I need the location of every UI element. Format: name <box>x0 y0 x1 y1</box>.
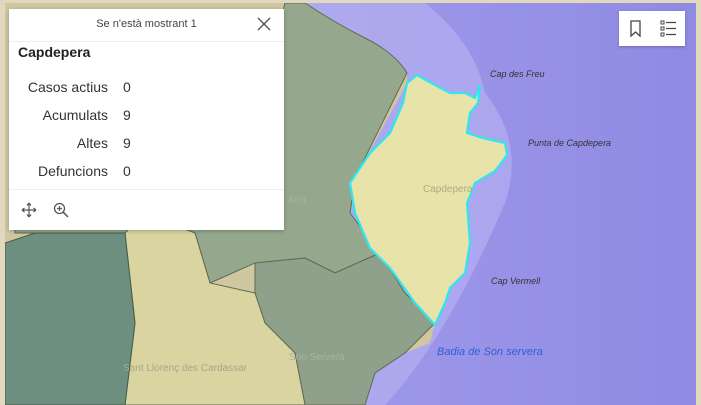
label-son-servera: Son Servera <box>289 352 345 363</box>
feature-popup: Se n'està mostrant 1 Capdepera Casos act… <box>9 9 284 230</box>
legend-list-icon[interactable] <box>652 11 685 46</box>
label-badia-son-servera: Badia de Son servera <box>437 346 543 358</box>
label-punta-capdepera: Punta de Capdepera <box>528 138 611 148</box>
popup-title: Capdepera <box>18 44 91 60</box>
field-row: Defuncions 0 <box>18 157 268 185</box>
close-icon[interactable] <box>256 16 272 32</box>
popup-fields: Casos actius 0 Acumulats 9 Altes 9 Defun… <box>18 73 268 185</box>
map-toolbar <box>619 11 685 46</box>
pan-icon[interactable] <box>21 202 37 218</box>
field-value: 0 <box>123 163 131 179</box>
label-cap-des-freu: Cap des Freu <box>490 69 545 79</box>
field-row: Altes 9 <box>18 129 268 157</box>
label-sant-llorenc: Sant Llorenç des Cardassar <box>123 363 248 374</box>
label-capdepera: Capdepera <box>423 184 473 195</box>
zoom-to-icon[interactable] <box>53 202 69 218</box>
region-west[interactable] <box>5 232 136 405</box>
field-value: 0 <box>123 79 131 95</box>
field-value: 9 <box>123 107 131 123</box>
bookmark-icon[interactable] <box>619 11 652 46</box>
field-label: Casos actius <box>27 79 108 95</box>
field-row: Casos actius 0 <box>18 73 268 101</box>
popup-feature-count: Se n'està mostrant 1 <box>96 18 197 30</box>
popup-actions <box>9 189 284 230</box>
label-cap-vermell: Cap Vermell <box>491 276 541 286</box>
field-label: Acumulats <box>42 107 108 123</box>
label-arta: Artà <box>288 195 307 206</box>
popup-header: Se n'està mostrant 1 <box>9 9 284 42</box>
field-label: Altes <box>76 135 108 151</box>
field-label: Defuncions <box>37 163 108 179</box>
field-row: Acumulats 9 <box>18 101 268 129</box>
field-value: 9 <box>123 135 131 151</box>
